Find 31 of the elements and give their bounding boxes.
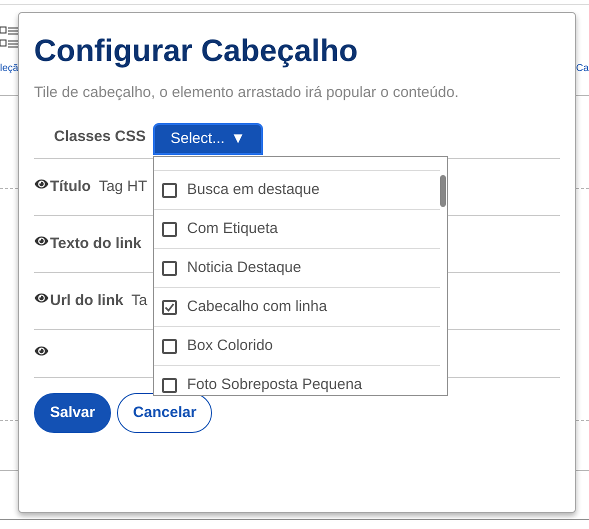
checkbox[interactable] [162, 260, 177, 276]
dialog-subtitle: Tile de cabeçalho, o elemento arrastado irá popular o conteúdo. [34, 83, 460, 103]
field-label: Url do link [50, 290, 124, 311]
background-link[interactable]: Ca [576, 64, 589, 74]
field-label: Texto do link [50, 234, 142, 254]
dropdown-option[interactable]: Foto Sobreposta Pequena [154, 366, 440, 395]
dropdown-option[interactable]: Com Etiqueta [154, 210, 440, 249]
scrollbar-thumb[interactable] [440, 175, 446, 207]
save-button[interactable]: Salvar [34, 393, 112, 433]
eye-icon[interactable] [34, 292, 49, 304]
checkbox[interactable] [162, 378, 177, 392]
cancel-button[interactable]: Cancelar [117, 393, 212, 433]
dropdown-option[interactable]: Noticia Destaque [154, 249, 440, 288]
field-value: Tag HT [98, 176, 148, 197]
eye-icon[interactable] [34, 235, 49, 247]
dropdown-option[interactable]: Box Colorido [154, 327, 440, 366]
checkbox[interactable] [162, 338, 177, 354]
select-button[interactable]: Select... ▼ [153, 123, 263, 155]
field-label: Título [50, 176, 91, 197]
dropdown-option[interactable]: Cabecalho com linha [154, 288, 440, 327]
eye-icon[interactable] [34, 178, 49, 190]
css-classes-label: Classes CSS [54, 127, 147, 148]
checkbox[interactable] [162, 222, 177, 236]
background-link[interactable]: leçã [0, 64, 18, 74]
dropdown-option[interactable]: Busca em destaque [154, 171, 440, 210]
dialog-title: Configurar Cabeçalho [34, 32, 359, 70]
checkbox[interactable] [162, 182, 177, 198]
eye-icon[interactable] [34, 344, 49, 356]
checkbox[interactable] [162, 300, 177, 314]
field-value: Ta [131, 290, 148, 311]
grid-icon[interactable] [0, 26, 18, 50]
